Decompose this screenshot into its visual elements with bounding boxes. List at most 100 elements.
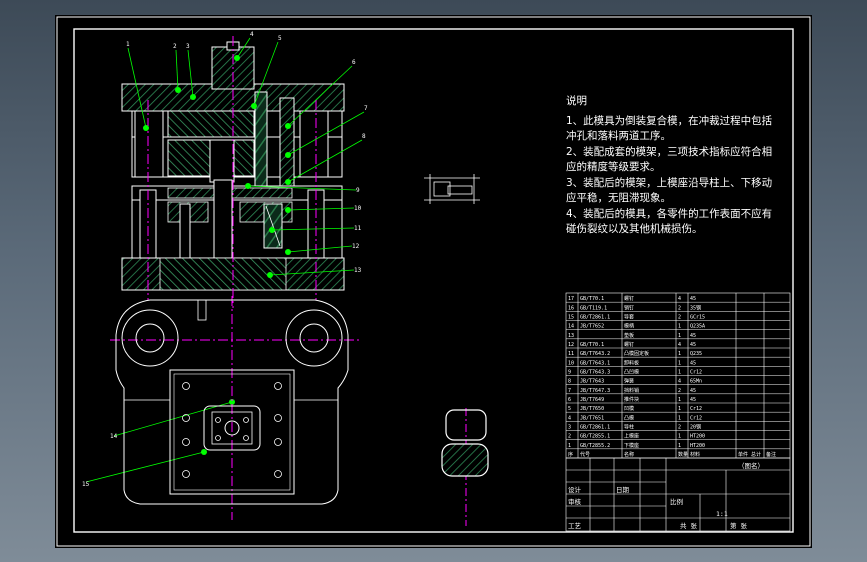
bom-cell-no: 10: [568, 360, 574, 366]
notes-title: 说明: [566, 95, 587, 107]
part-label: 7: [364, 105, 368, 112]
bom-cell-std: JB/T7651: [580, 415, 604, 421]
bom-cell-name: 模柄: [624, 323, 634, 330]
notes-line: 应的精度等级要求。: [566, 161, 661, 173]
bom-cell-no: 13: [568, 333, 574, 339]
bom-cell-name: 弹簧: [624, 378, 634, 385]
bom-cell-qty: 1: [678, 397, 681, 403]
bom-header-weight: 单件 总计: [738, 451, 761, 458]
bom-cell-std: GB/T2861.1: [580, 315, 610, 321]
bom-cell-qty: 1: [678, 324, 681, 330]
bom-cell-mat: 45: [690, 388, 696, 394]
part-label: 10: [354, 205, 362, 212]
bom-cell-qty: 1: [678, 351, 681, 357]
bom-cell-mat: 45: [690, 296, 696, 302]
bom-cell-qty: 1: [678, 443, 681, 449]
bom-cell-no: 7: [568, 388, 571, 394]
title-designer: 设计: [568, 485, 582, 494]
drawing-sheet: 1 2 3 4 5 6 7 8 9 10 11 12 13 14 15 17 G…: [55, 15, 812, 548]
bom-cell-mat: 20钢: [690, 424, 701, 431]
bom-cell-mat: HT200: [690, 443, 705, 449]
center-punch: [213, 179, 233, 259]
bom-header-mat: 材料: [690, 451, 700, 458]
bom-cell-qty: 2: [678, 388, 681, 394]
bom-cell-qty: 1: [678, 415, 681, 421]
title-date: 日期: [616, 486, 630, 494]
part-label: 13: [354, 267, 362, 274]
bom-cell-qty: 4: [678, 379, 681, 385]
bom-cell-std: GB/T7643.1: [580, 360, 610, 366]
notes-line: 碰伤裂纹以及其他机械损伤。: [566, 223, 703, 235]
bom-cell-name: 凸模固定板: [624, 350, 649, 357]
notes-line: 4、装配后的模具，各零件的工作表面不应有: [566, 207, 773, 220]
bom-cell-no: 17: [568, 296, 574, 302]
bom-cell-mat: Cr12: [690, 406, 702, 412]
part-label: 2: [173, 43, 177, 50]
bom-cell-qty: 2: [678, 305, 681, 311]
bom-cell-no: 3: [568, 425, 571, 431]
bom-cell-mat: 65Mn: [690, 379, 702, 385]
bom-cell-name: 凹模: [624, 405, 634, 412]
title-checker: 审核: [568, 497, 582, 506]
bom-cell-name: 挡料销: [624, 387, 639, 394]
bom-cell-std: GB/T2855.2: [580, 443, 610, 449]
bom-cell-qty: 4: [678, 296, 681, 302]
part-label: 5: [278, 35, 282, 42]
bom-header-remark: 备注: [766, 451, 776, 458]
bom-cell-mat: Q235: [690, 351, 702, 357]
bom-cell-name: 螺钉: [624, 295, 634, 302]
bom-cell-std: JB/T7647.3: [580, 388, 610, 394]
bom-cell-mat: 35钢: [690, 304, 701, 311]
bom-header-std: 代号: [580, 451, 590, 458]
bom-cell-mat: Cr12: [690, 415, 702, 421]
bom-cell-std: GB/T70.1: [580, 296, 604, 302]
bom-cell-name: 推件块: [624, 396, 639, 403]
bom-cell-name: 凸模: [624, 414, 634, 421]
notes-line: 冲孔和落料两道工序。: [566, 130, 671, 142]
bom-cell-no: 8: [568, 379, 571, 385]
bom-cell-name: 上模座: [624, 433, 639, 440]
bom-header-name: 名称: [624, 451, 634, 458]
part-label: 15: [82, 481, 90, 488]
bom-cell-std: GB/T119.1: [580, 305, 607, 311]
title-total: 共 张: [680, 521, 697, 530]
bom-cell-no: 12: [568, 342, 574, 348]
bom-cell-name: 螺钉: [624, 341, 634, 348]
bom-cell-qty: 2: [678, 315, 681, 321]
part-label: 11: [354, 225, 362, 232]
bom-cell-std: JB/T7650: [580, 406, 604, 412]
notes-line: 应平稳，无阻滞现象。: [566, 192, 671, 204]
knockout-block: [209, 139, 235, 183]
part-label: 4: [250, 31, 254, 38]
technical-notes: 说明 1、此模具为倒装复合模，在冲裁过程中包括 冲孔和落料两道工序。 2、装配成…: [566, 94, 773, 238]
bom-cell-no: 16: [568, 305, 574, 311]
bom-cell-mat: 45: [690, 397, 696, 403]
title-sheet: 第 张: [730, 521, 747, 530]
bom-cell-qty: 1: [678, 434, 681, 440]
part-label: 12: [352, 243, 360, 250]
part-label: 14: [110, 433, 118, 440]
bom-cell-std: GB/T2861.1: [580, 425, 610, 431]
bom-cell-qty: 1: [678, 333, 681, 339]
bom-cell-name: 导套: [624, 314, 634, 321]
bom-cell-name: 凸凹模: [624, 369, 639, 376]
bom-cell-name: 卸料板: [624, 359, 639, 366]
bom-cell-qty: 4: [678, 342, 681, 348]
bom-cell-mat: Q235A: [690, 324, 705, 330]
bom-cell-mat: 45: [690, 333, 696, 339]
bom-cell-std: JB/T7649: [580, 397, 604, 403]
lower-die-seat-face: [159, 257, 287, 291]
part-label: 3: [186, 43, 190, 50]
title-scale: 比例: [670, 497, 683, 506]
bom-cell-std: GB/T70.1: [580, 342, 604, 348]
part-label: 8: [362, 133, 366, 140]
bom-cell-mat: 45: [690, 342, 696, 348]
bom-cell-name: 下模座: [624, 442, 639, 449]
bom-cell-no: 15: [568, 315, 574, 321]
punch-plate-hatch: [167, 110, 255, 138]
bom-cell-name: 垫板: [624, 332, 634, 339]
bom-cell-qty: 1: [678, 406, 681, 412]
bom-cell-qty: 1: [678, 360, 681, 366]
part-label: 6: [352, 59, 356, 66]
bom-cell-std: GB/T2855.1: [580, 434, 610, 440]
